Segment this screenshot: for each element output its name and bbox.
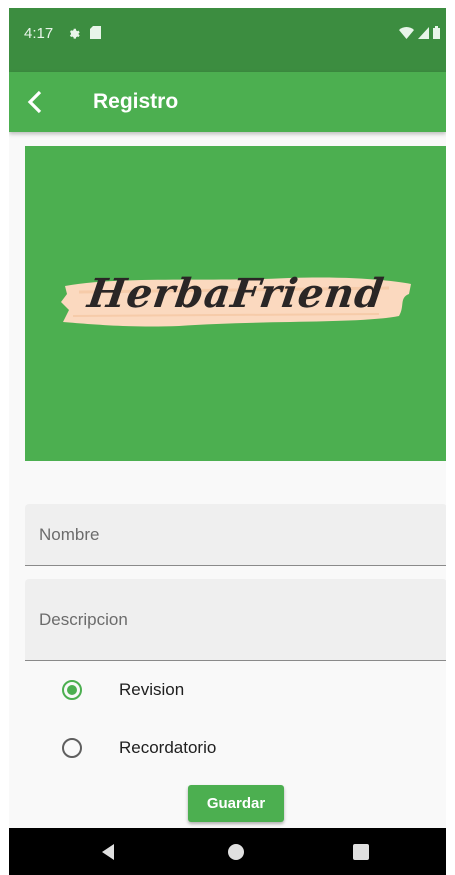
signal-icon [418,27,429,39]
descripcion-field[interactable]: Descripcion [25,579,446,661]
radio-option-recordatorio[interactable]: Recordatorio [61,733,216,763]
nav-back-button[interactable] [97,840,121,864]
status-left-icons [67,26,101,39]
home-circle-icon [228,844,244,860]
nav-home-button[interactable] [224,840,248,864]
status-right-icons [399,26,440,39]
gear-icon [69,28,80,39]
chevron-left-icon [27,90,42,114]
save-button[interactable]: Guardar [188,785,284,822]
back-button[interactable] [19,86,51,118]
status-time: 4:17 [24,25,54,42]
wifi-icon [399,27,414,39]
battery-icon [433,26,440,39]
page-title: Registro [93,90,179,113]
nombre-field[interactable]: Nombre [25,504,446,566]
recents-square-icon [353,844,369,860]
radio-unselected-icon [62,738,82,758]
app-bar: Registro [9,72,446,132]
radio-option-revision[interactable]: Revision [61,675,184,705]
back-triangle-icon [102,844,114,860]
radio-label-revision: Revision [119,680,185,699]
descripcion-label: Descripcion [39,610,128,629]
app-screen: 4:17 Registro HerbaFriend Nombre Descrip… [9,8,446,875]
nombre-label: Nombre [39,525,100,544]
logo-text: HerbaFriend [84,270,388,317]
status-bar: 4:17 [9,8,446,72]
logo-image: HerbaFriend [25,146,446,461]
sd-card-icon [90,26,101,39]
system-nav-bar [9,828,446,875]
radio-selected-icon [62,680,82,700]
nav-recents-button[interactable] [349,840,373,864]
radio-label-recordatorio: Recordatorio [119,738,217,757]
